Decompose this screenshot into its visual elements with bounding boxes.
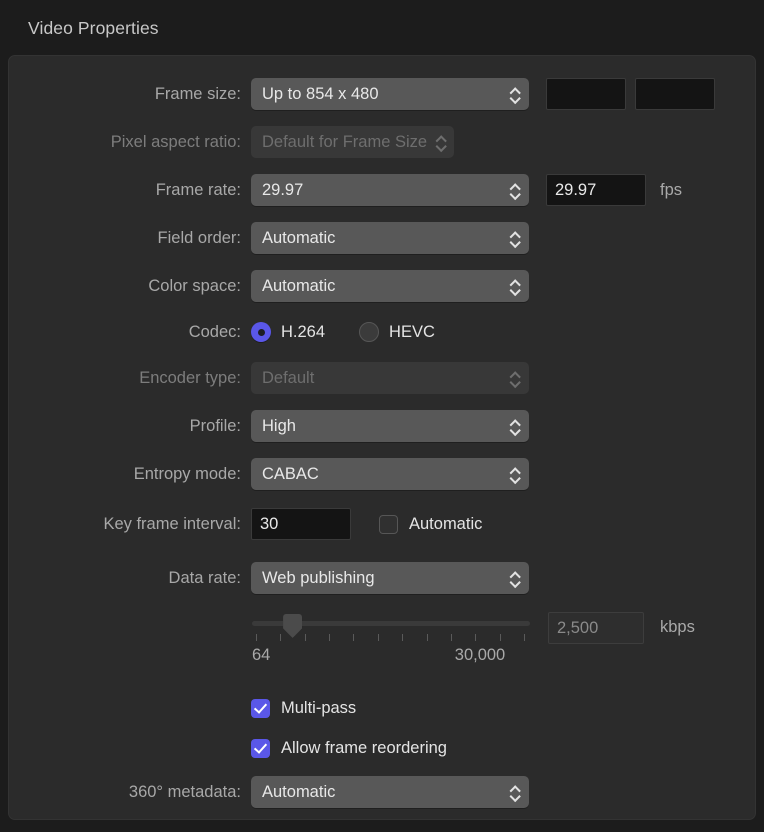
slider-tick — [450, 634, 452, 641]
codec-radio-hevc[interactable] — [359, 322, 380, 342]
key-frame-automatic-checkbox-row[interactable]: Automatic — [379, 514, 483, 534]
slider-tick — [304, 634, 306, 641]
chevron-updown-icon — [433, 131, 447, 153]
multi-pass-checkbox[interactable] — [251, 698, 270, 718]
color-space-value: Automatic — [262, 276, 336, 295]
multi-pass-checkbox-row[interactable]: Multi-pass — [251, 698, 357, 718]
slider-tick — [475, 634, 477, 641]
chevron-updown-icon — [507, 83, 521, 105]
entropy-mode-value: CABAC — [262, 464, 319, 483]
chevron-updown-icon — [507, 781, 521, 803]
slider-tick — [499, 634, 501, 641]
frame-size-label: Frame size: — [154, 84, 241, 103]
frame-rate-unit-label: fps — [660, 180, 683, 199]
row-360-metadata: 360° metadata: Automatic — [9, 775, 755, 809]
chevron-updown-icon — [507, 567, 521, 589]
row-frame-rate: Frame rate: 29.97 29.97 fps — [9, 173, 755, 207]
slider-tick — [377, 634, 379, 641]
encoder-type-select: Default — [251, 362, 529, 394]
row-data-rate: Data rate: Web publishing — [9, 561, 755, 595]
encoder-type-value: Default — [262, 368, 315, 387]
data-rate-kbps-unit-label: kbps — [660, 618, 695, 636]
codec-radio-group: H.264 HEVC — [251, 322, 435, 342]
row-profile: Profile: High — [9, 409, 755, 443]
row-encoder-type: Encoder type: Default — [9, 361, 755, 395]
chevron-updown-icon — [507, 275, 521, 297]
chevron-updown-icon — [507, 415, 521, 437]
frame-width-input[interactable] — [546, 78, 626, 110]
data-rate-slider[interactable]: 64 30,000 — [252, 614, 530, 668]
slider-tick — [402, 634, 404, 641]
row-pixel-aspect-ratio: Pixel aspect ratio: Default for Frame Si… — [9, 125, 755, 159]
allow-frame-reordering-checkbox-row[interactable]: Allow frame reordering — [251, 738, 447, 758]
row-key-frame-interval: Key frame interval: 30 Automatic — [9, 507, 755, 541]
slider-ticks — [252, 634, 530, 642]
codec-radio-h264[interactable] — [251, 322, 271, 342]
metadata-360-label: 360° metadata: — [128, 782, 241, 801]
metadata-360-select[interactable]: Automatic — [251, 776, 529, 808]
data-rate-kbps-value: 2,500 — [557, 618, 599, 637]
slider-max-label: 30,000 — [454, 646, 506, 664]
key-frame-interval-input[interactable]: 30 — [251, 508, 351, 540]
slider-min-label: 64 — [252, 646, 271, 664]
pixel-aspect-ratio-label: Pixel aspect ratio: — [110, 132, 241, 151]
row-field-order: Field order: Automatic — [9, 221, 755, 255]
field-order-select[interactable]: Automatic — [251, 222, 529, 254]
multi-pass-label: Multi-pass — [281, 698, 357, 717]
pixel-aspect-ratio-value: Default for Frame Size — [262, 132, 428, 151]
slider-tick — [329, 634, 331, 641]
codec-radio-h264-label: H.264 — [281, 322, 326, 341]
key-frame-automatic-checkbox[interactable] — [379, 514, 398, 534]
row-multi-pass: Multi-pass — [9, 691, 755, 725]
metadata-360-value: Automatic — [262, 782, 336, 801]
slider-tick — [256, 634, 257, 641]
page-title: Video Properties — [28, 18, 159, 38]
frame-rate-label: Frame rate: — [155, 180, 241, 199]
pixel-aspect-ratio-select: Default for Frame Size — [251, 126, 455, 158]
data-rate-label: Data rate: — [168, 568, 241, 587]
slider-tick — [353, 634, 355, 641]
codec-radio-hevc-label: HEVC — [389, 322, 435, 341]
video-properties-panel-root: Video Properties Frame size: Up to 854 x… — [0, 0, 764, 832]
data-rate-kbps-input: 2,500 — [548, 612, 644, 644]
frame-rate-value: 29.97 — [262, 180, 304, 199]
frame-size-value: Up to 854 x 480 — [262, 84, 379, 103]
entropy-mode-label: Entropy mode: — [133, 464, 241, 483]
row-entropy-mode: Entropy mode: CABAC — [9, 457, 755, 491]
slider-tick — [426, 634, 428, 641]
row-allow-frame-reordering: Allow frame reordering — [9, 731, 755, 765]
chevron-updown-icon — [507, 227, 521, 249]
frame-height-input[interactable] — [635, 78, 715, 110]
video-properties-panel: Frame size: Up to 854 x 480 Pixel aspect… — [8, 55, 756, 820]
row-color-space: Color space: Automatic — [9, 269, 755, 303]
color-space-select[interactable]: Automatic — [251, 270, 529, 302]
entropy-mode-select[interactable]: CABAC — [251, 458, 529, 490]
frame-rate-input-value: 29.97 — [555, 180, 597, 199]
data-rate-select[interactable]: Web publishing — [251, 562, 529, 594]
slider-tick — [280, 634, 282, 641]
codec-label: Codec: — [188, 322, 241, 341]
field-order-label: Field order: — [157, 228, 241, 247]
key-frame-interval-label: Key frame interval: — [103, 514, 241, 533]
allow-frame-reordering-checkbox[interactable] — [251, 738, 270, 758]
key-frame-interval-value: 30 — [260, 514, 279, 533]
profile-value: High — [262, 416, 296, 435]
row-codec: Codec: H.264 HEVC — [9, 315, 755, 349]
chevron-updown-icon — [507, 179, 521, 201]
color-space-label: Color space: — [148, 276, 241, 295]
chevron-updown-icon — [507, 367, 521, 389]
field-order-value: Automatic — [262, 228, 336, 247]
key-frame-automatic-label: Automatic — [409, 514, 483, 533]
slider-tick — [524, 634, 525, 641]
allow-frame-reordering-label: Allow frame reordering — [281, 738, 447, 757]
encoder-type-label: Encoder type: — [139, 368, 241, 387]
profile-select[interactable]: High — [251, 410, 529, 442]
frame-rate-select[interactable]: 29.97 — [251, 174, 529, 206]
row-frame-size: Frame size: Up to 854 x 480 — [9, 77, 755, 111]
frame-rate-input[interactable]: 29.97 — [546, 174, 646, 206]
data-rate-value: Web publishing — [262, 568, 375, 587]
frame-size-select[interactable]: Up to 854 x 480 — [251, 78, 529, 110]
profile-label: Profile: — [189, 416, 241, 435]
chevron-updown-icon — [507, 463, 521, 485]
